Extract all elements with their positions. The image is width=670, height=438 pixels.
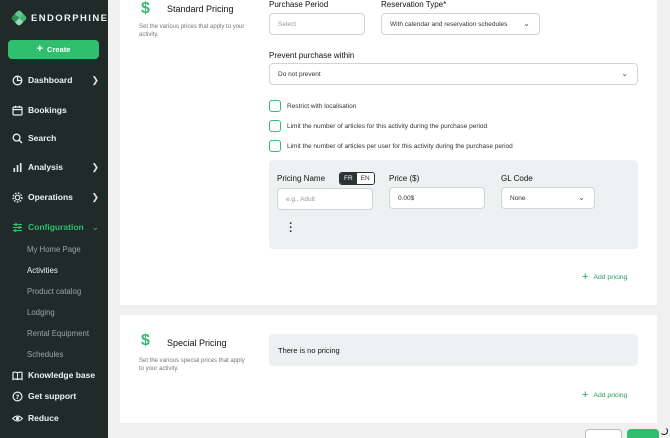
chevron-down-icon: ⌄ xyxy=(578,193,585,202)
gl-code-label: GL Code xyxy=(501,174,533,183)
purchase-period-select[interactable]: Select xyxy=(269,13,365,35)
chevron-down-icon: ⌄ xyxy=(523,19,530,28)
submenu-item-lodging[interactable]: Lodging xyxy=(27,308,55,317)
submenu-clip: Schedules xyxy=(0,346,108,360)
plus-icon: + xyxy=(582,389,589,401)
sidebar-item-knowledge-base[interactable]: Knowledge base xyxy=(0,366,108,384)
calendar-icon xyxy=(12,105,23,116)
brand[interactable]: ENDORPHINE xyxy=(10,9,109,27)
purchase-period-label: Purchase Period xyxy=(269,0,329,9)
plus-icon: + xyxy=(36,43,44,55)
checkbox-label: Limit the number of articles for this ac… xyxy=(287,122,488,130)
sidebar-item-label: Reduce xyxy=(28,413,59,423)
add-pricing-button[interactable]: + Add pricing xyxy=(582,271,627,283)
bar-chart-icon xyxy=(12,162,23,173)
special-pricing-title: Special Pricing xyxy=(167,338,227,348)
more-options-icon[interactable]: · · · xyxy=(288,219,294,238)
sidebar-item-bookings[interactable]: Bookings xyxy=(0,101,108,119)
sliders-icon xyxy=(12,222,23,233)
sidebar-item-label: Analysis xyxy=(28,162,63,172)
save-button[interactable] xyxy=(627,429,659,438)
pie-chart-icon xyxy=(12,75,23,86)
standard-pricing-title: Standard Pricing xyxy=(167,4,234,14)
chevron-right-icon: ❯ xyxy=(91,161,99,172)
submenu-item-my-home-page[interactable]: My Home Page xyxy=(27,245,81,254)
sidebar-item-label: Search xyxy=(28,133,57,143)
prevent-purchase-value: Do not prevent xyxy=(278,70,321,78)
loading-spinner-icon xyxy=(660,427,668,435)
chevron-right-icon: ❯ xyxy=(91,191,99,202)
reservation-type-label: Reservation Type* xyxy=(381,0,447,9)
submenu-item-product-catalog[interactable]: Product catalog xyxy=(27,287,81,296)
lang-fr-option[interactable]: FR xyxy=(340,173,357,184)
sidebar-item-operations[interactable]: Operations ❯ xyxy=(0,188,108,206)
sidebar-item-reduce[interactable]: Reduce xyxy=(0,409,108,427)
eye-icon xyxy=(12,413,23,424)
checkbox-box[interactable] xyxy=(269,120,281,132)
add-pricing-label: Add pricing xyxy=(593,391,628,399)
create-button[interactable]: + Create xyxy=(8,40,99,59)
sidebar-item-dashboard[interactable]: Dashboard ❯ xyxy=(0,71,108,89)
limit-articles-checkbox[interactable]: Limit the number of articles for this ac… xyxy=(269,120,487,132)
price-input[interactable]: 0.00$ xyxy=(389,187,485,209)
checkbox-box[interactable] xyxy=(269,100,281,112)
limit-articles-per-user-checkbox[interactable]: Limit the number of articles per user fo… xyxy=(269,140,513,152)
checkbox-box[interactable] xyxy=(269,140,281,152)
standard-pricing-card xyxy=(120,0,657,305)
cancel-button[interactable] xyxy=(585,429,622,438)
pricing-name-label: Pricing Name xyxy=(277,174,326,183)
add-special-pricing-button[interactable]: + Add pricing xyxy=(582,389,627,401)
help-icon: ? xyxy=(12,390,23,402)
sidebar-item-get-support[interactable]: ? Get support xyxy=(0,387,108,405)
sidebar-item-label: Dashboard xyxy=(28,75,73,85)
chevron-down-icon: ⌄ xyxy=(91,221,99,232)
sidebar-item-label: Get support xyxy=(28,391,77,401)
lang-en-option[interactable]: EN xyxy=(356,173,374,184)
sidebar-item-label: Operations xyxy=(28,192,73,202)
sidebar-item-configuration[interactable]: Configuration ⌄ xyxy=(0,218,108,236)
chevron-down-icon: ⌄ xyxy=(621,69,628,78)
reservation-type-select[interactable]: With calendar and reservation schedules … xyxy=(381,13,540,35)
create-button-label: Create xyxy=(47,45,71,54)
svg-text:?: ? xyxy=(16,393,20,401)
search-icon xyxy=(12,133,23,144)
plus-icon: + xyxy=(582,271,589,283)
dollar-icon: $ xyxy=(141,0,150,17)
price-label: Price ($) xyxy=(389,174,420,183)
brand-name: ENDORPHINE xyxy=(31,12,109,24)
gl-code-select[interactable]: None ⌄ xyxy=(501,187,595,209)
sidebar-item-label: Knowledge base xyxy=(28,370,96,380)
restrict-localisation-checkbox[interactable]: Restrict with localisation xyxy=(269,100,356,112)
gl-code-value: None xyxy=(510,194,526,202)
reservation-type-value: With calendar and reservation schedules xyxy=(390,20,508,28)
special-pricing-description: Set the various special prices that appl… xyxy=(139,358,245,372)
standard-pricing-description: Set the various prices that apply to you… xyxy=(139,24,245,38)
endorphine-logo-icon xyxy=(10,9,28,27)
chevron-right-icon: ❯ xyxy=(91,74,99,85)
gear-icon xyxy=(12,191,23,203)
sidebar-item-search[interactable]: Search xyxy=(0,129,108,147)
sidebar-item-analysis[interactable]: Analysis ❯ xyxy=(0,158,108,176)
add-pricing-label: Add pricing xyxy=(593,273,628,281)
prevent-purchase-select[interactable]: Do not prevent ⌄ xyxy=(269,63,638,85)
sidebar-item-label: Configuration xyxy=(28,222,84,232)
dollar-icon: $ xyxy=(141,332,150,349)
language-toggle[interactable]: FR EN xyxy=(339,172,375,185)
prevent-purchase-label: Prevent purchase within xyxy=(269,51,355,60)
submenu-item-schedules[interactable]: Schedules xyxy=(27,350,63,359)
checkbox-label: Limit the number of articles per user fo… xyxy=(287,142,513,150)
no-pricing-message: There is no pricing xyxy=(269,334,638,366)
submenu-item-activities[interactable]: Activities xyxy=(27,266,58,275)
sidebar: ENDORPHINE + Create Dashboard ❯ Bookings… xyxy=(0,0,108,438)
sidebar-item-label: Bookings xyxy=(28,105,67,115)
checkbox-label: Restrict with localisation xyxy=(287,102,357,110)
submenu-item-rental-equipment[interactable]: Rental Equipment xyxy=(27,329,89,338)
app-root: ENDORPHINE + Create Dashboard ❯ Bookings… xyxy=(0,0,670,438)
book-icon xyxy=(12,370,23,381)
pricing-name-input[interactable]: e.g., Adult xyxy=(277,188,373,210)
